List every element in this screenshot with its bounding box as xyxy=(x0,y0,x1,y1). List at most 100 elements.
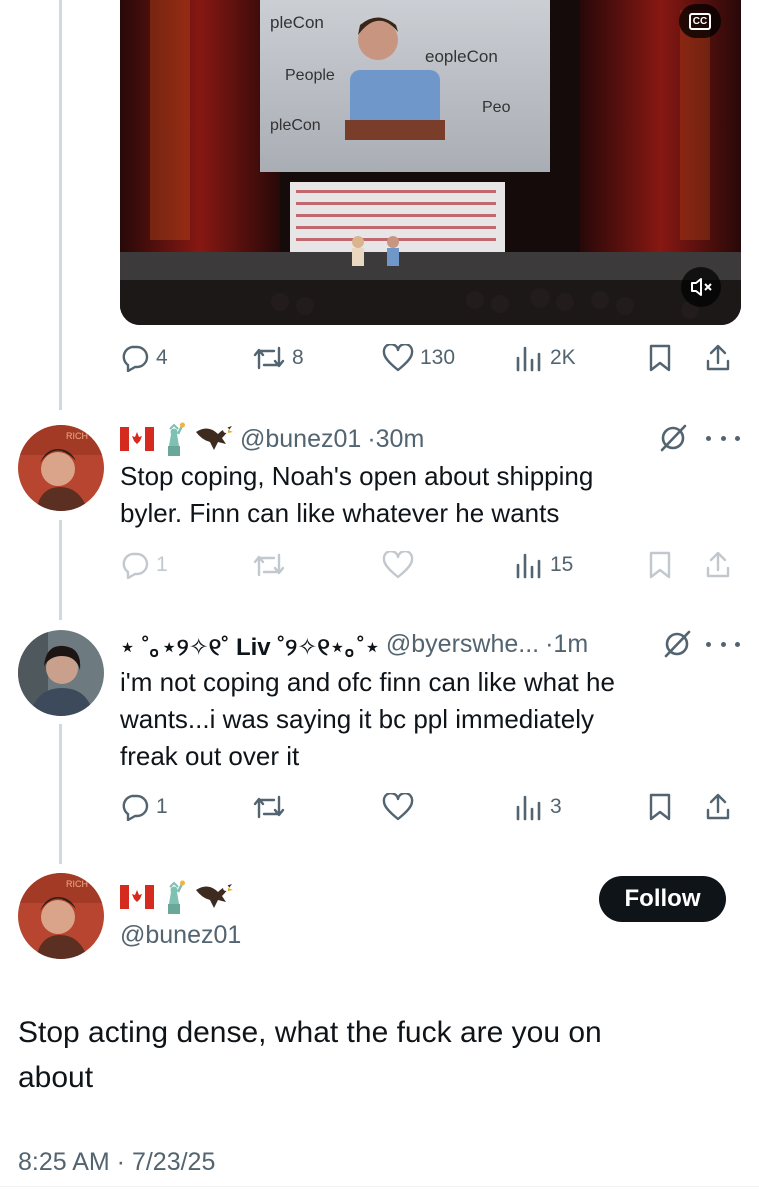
share-button[interactable] xyxy=(704,343,732,373)
views-icon xyxy=(516,795,541,821)
views-button[interactable]: 2K xyxy=(514,343,576,373)
bookmark-icon xyxy=(649,551,671,579)
reply-header: ⋆ ˚｡⋆୨✧୧˚ Liv ˚୨✧୧⋆｡˚⋆ @byerswhe... ·1m xyxy=(120,627,588,661)
dot-icon xyxy=(720,435,726,441)
svg-text:pleCon: pleCon xyxy=(270,117,321,134)
retweet-icon xyxy=(253,553,285,577)
svg-text:RICH: RICH xyxy=(66,879,88,889)
avatar[interactable] xyxy=(18,630,104,716)
retweet-button[interactable]: 8 xyxy=(252,343,304,373)
dot-icon xyxy=(706,641,711,647)
dot-icon xyxy=(735,435,740,441)
dot-icon xyxy=(735,641,740,647)
views-count: 15 xyxy=(550,553,574,576)
reply-text-line: i'm not coping and ofc finn can like wha… xyxy=(120,667,615,697)
captions-button[interactable]: CC xyxy=(679,4,721,38)
retweet-icon xyxy=(253,795,285,819)
video-player[interactable]: pleCon People pleCon eopleCon Peo CC xyxy=(120,0,741,325)
views-icon xyxy=(516,553,541,579)
reply-button[interactable]: 4 xyxy=(120,343,168,373)
bookmark-button[interactable] xyxy=(647,550,673,580)
heart-icon xyxy=(382,551,414,579)
reply-text-line: freak out over it xyxy=(120,741,300,771)
display-name[interactable] xyxy=(120,880,234,914)
handle[interactable]: @bunez01 xyxy=(120,921,241,950)
reply-button[interactable]: 1 xyxy=(120,792,168,822)
handle[interactable]: @byerswhe... xyxy=(386,630,539,659)
divider xyxy=(0,1186,759,1187)
post-time[interactable]: ·1m xyxy=(545,630,588,659)
avatar-image: RICH xyxy=(18,873,104,959)
share-icon xyxy=(706,793,730,820)
like-count: 130 xyxy=(420,346,456,369)
reply-text: i'm not coping and ofc finn can like wha… xyxy=(120,664,710,775)
reply-count: 1 xyxy=(156,795,168,818)
reply-icon xyxy=(122,794,149,821)
views-count: 2K xyxy=(550,346,576,369)
handle[interactable]: @bunez01 xyxy=(240,425,361,454)
mute-button[interactable] xyxy=(681,267,721,307)
like-button[interactable] xyxy=(382,792,414,822)
bookmark-button[interactable] xyxy=(647,792,673,822)
thread-line xyxy=(59,520,62,620)
author-handle-row: @bunez01 xyxy=(120,918,241,952)
avatar[interactable]: RICH xyxy=(18,873,104,959)
follow-button[interactable]: Follow xyxy=(599,876,726,922)
grok-icon[interactable] xyxy=(658,423,688,453)
share-button[interactable] xyxy=(704,550,732,580)
tweet-timestamp[interactable]: 8:25 AM · 7/23/25 xyxy=(18,1148,215,1177)
reply-text: Stop coping, Noah's open about shipping … xyxy=(120,458,710,532)
tweet-actions: 4 8 130 2K xyxy=(120,343,740,373)
thread-line xyxy=(59,0,62,410)
svg-text:People: People xyxy=(285,67,335,84)
tweet-text-line: about xyxy=(18,1061,94,1094)
views-button[interactable]: 3 xyxy=(514,792,562,822)
more-options-button[interactable] xyxy=(706,428,740,448)
canada-flag-icon xyxy=(120,427,154,451)
reply-views: 15 xyxy=(514,550,594,580)
reply-actions: 1 xyxy=(120,550,740,580)
reply-icon xyxy=(122,552,149,579)
like-button[interactable]: 130 xyxy=(382,343,455,373)
reply-text-line: wants...i was saying it bc ppl immediate… xyxy=(120,704,594,734)
svg-text:eopleCon: eopleCon xyxy=(425,47,498,66)
share-button[interactable] xyxy=(704,792,732,822)
like-button[interactable] xyxy=(382,550,414,580)
grok-icon[interactable] xyxy=(662,629,692,659)
retweet-button[interactable] xyxy=(252,550,286,580)
avatar-image xyxy=(18,630,104,716)
retweet-icon xyxy=(253,346,285,370)
dot-icon xyxy=(720,641,726,647)
eagle-icon xyxy=(196,426,233,450)
bookmark-button[interactable] xyxy=(647,343,673,373)
reply-icon xyxy=(122,345,149,372)
views-count: 3 xyxy=(550,795,562,818)
retweet-count: 8 xyxy=(292,346,304,369)
reply-text-line: byler. Finn can like whatever he wants xyxy=(120,498,560,528)
canada-flag-icon xyxy=(120,885,154,909)
post-time[interactable]: ·30m xyxy=(367,425,424,454)
display-name[interactable]: ⋆ ˚｡⋆୨✧୧˚ Liv ˚୨✧୧⋆｡˚⋆ xyxy=(120,627,380,662)
share-icon xyxy=(706,551,730,578)
display-name[interactable] xyxy=(120,422,234,456)
avatar-image: RICH xyxy=(18,425,104,511)
tweet-text: Stop acting dense, what the fuck are you… xyxy=(18,1010,718,1100)
statue-of-liberty-icon xyxy=(168,422,185,456)
bookmark-icon xyxy=(649,793,671,821)
reply-count: 1 xyxy=(156,553,168,576)
retweet-button[interactable] xyxy=(252,792,286,822)
reply-button[interactable]: 1 xyxy=(120,550,168,580)
thread-line xyxy=(59,724,62,864)
more-options-button[interactable] xyxy=(706,634,740,654)
avatar[interactable]: RICH xyxy=(18,425,104,511)
display-name-decor: ⋆ ˚｡⋆୨✧୧˚ xyxy=(120,633,236,661)
video-frame: pleCon People pleCon eopleCon Peo xyxy=(120,0,741,325)
svg-text:RICH: RICH xyxy=(66,431,88,441)
speaker-muted-icon xyxy=(691,278,712,296)
heart-icon xyxy=(382,344,414,372)
views-button[interactable]: 15 xyxy=(514,550,573,580)
display-name-decor: ˚୨✧୧⋆｡˚⋆ xyxy=(270,633,380,661)
tweet-text-line: Stop acting dense, what the fuck are you… xyxy=(18,1016,602,1049)
reply-actions: 1 3 xyxy=(120,792,740,822)
captions-label: CC xyxy=(688,12,712,30)
